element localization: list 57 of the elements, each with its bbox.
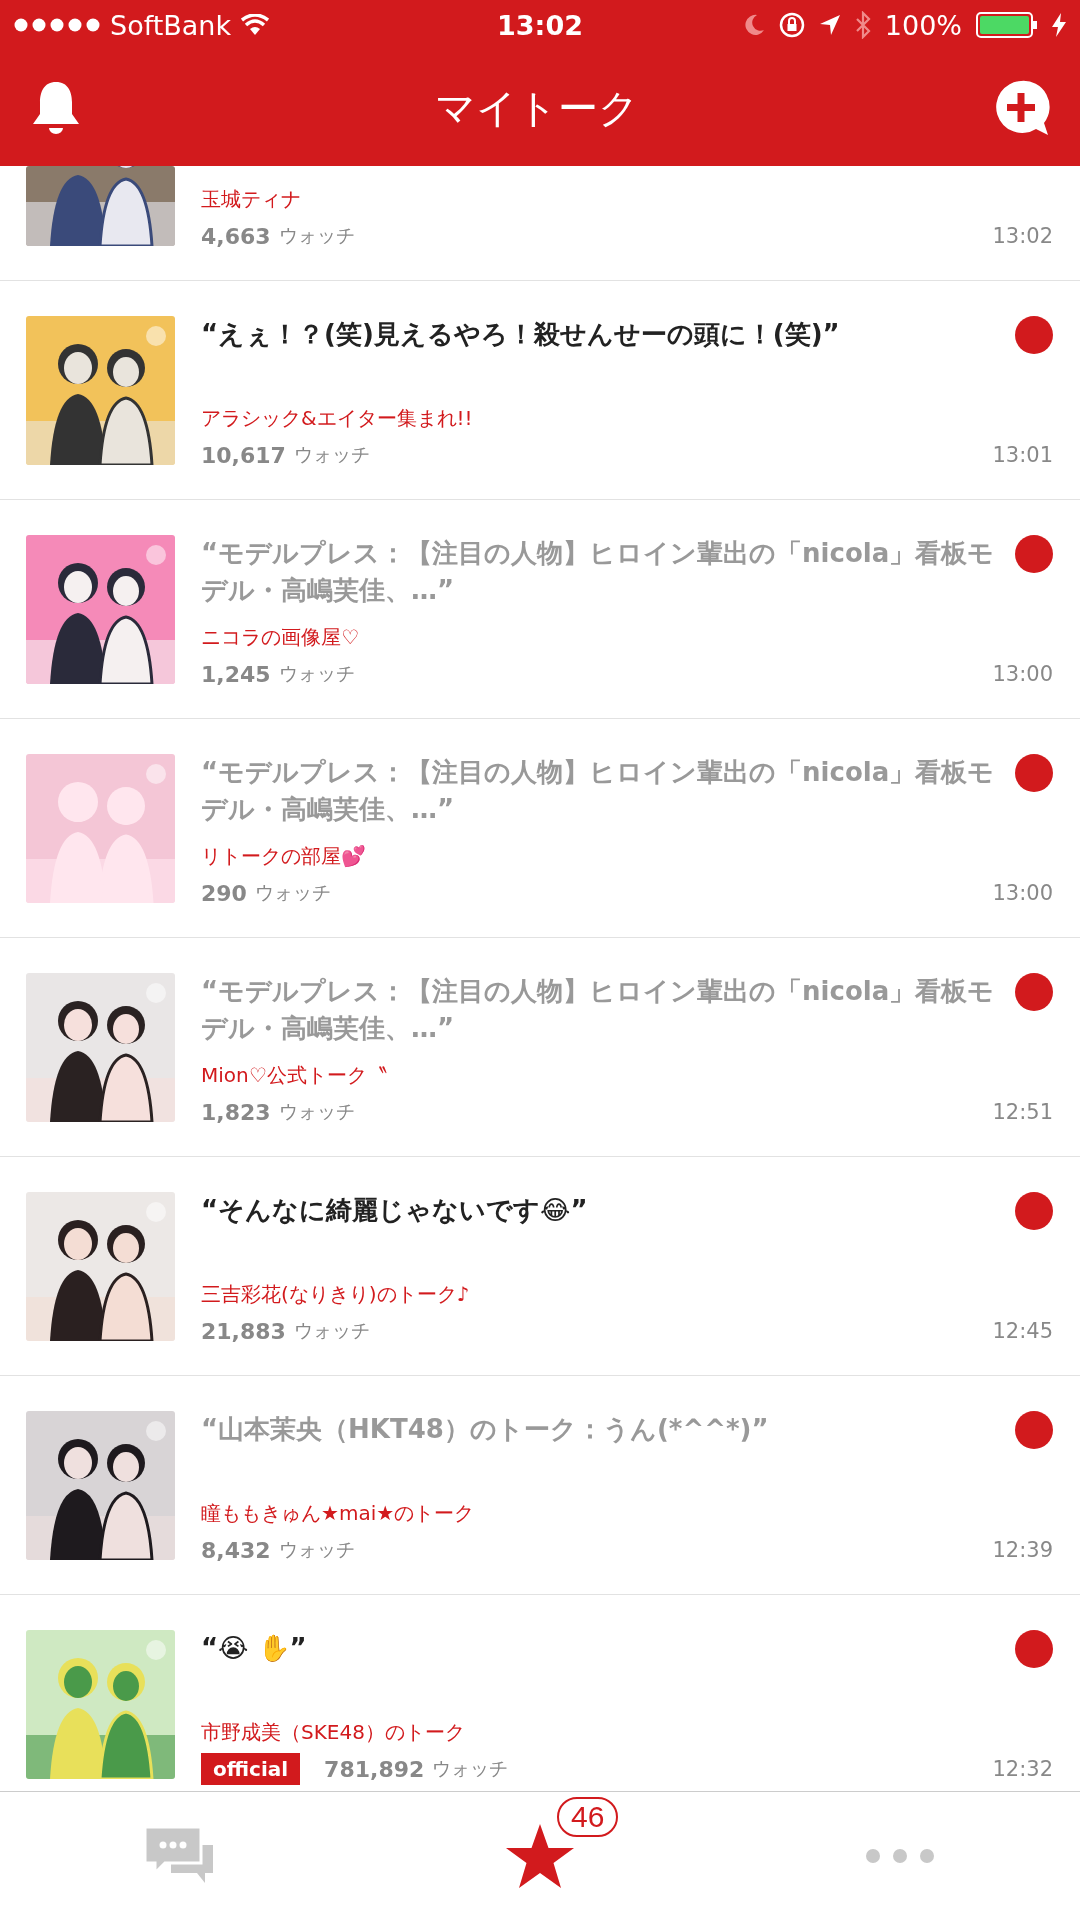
- talk-title[interactable]: “モデルプレス：【注目の人物】ヒロイン輩出の「nicola」看板モデル・高嶋芙佳、…”: [201, 973, 995, 1047]
- talk-source[interactable]: アラシック&エイター集まれ!!: [201, 403, 1053, 433]
- charging-icon: [1052, 13, 1066, 37]
- watch-count: 1,823: [201, 1099, 271, 1125]
- official-badge: official: [201, 1753, 301, 1785]
- carrier-name: SoftBank: [110, 9, 232, 41]
- watch-label: ウォッチ: [278, 1537, 355, 1562]
- talk-source[interactable]: ニコラの画像屋♡: [201, 622, 1053, 652]
- watch-label: ウォッチ: [293, 1318, 370, 1343]
- talk-title[interactable]: “モデルプレス：【注目の人物】ヒロイン輩出の「nicola」看板モデル・高嶋芙佳、…”: [201, 535, 995, 609]
- watch-label: ウォッチ: [278, 223, 355, 248]
- talk-source[interactable]: 瞳ももきゅん★mai★のトーク: [201, 1498, 1053, 1528]
- watch-count: 1,245: [201, 661, 271, 687]
- talk-title[interactable]: “モデルプレス：【注目の人物】ヒロイン輩出の「nicola」看板モデル・高嶋芙佳、…”: [201, 754, 995, 828]
- watch-label: ウォッチ: [278, 1099, 355, 1124]
- notifications-button[interactable]: [30, 80, 82, 136]
- post-time: 13:00: [992, 662, 1053, 686]
- post-time: 13:01: [992, 443, 1053, 467]
- more-icon: [865, 1848, 935, 1864]
- wifi-icon: [241, 14, 270, 36]
- signal-icon: [14, 18, 100, 32]
- talk-title[interactable]: “えぇ！？(笑)見えるやろ！殺せんせーの頭に！(笑)”: [201, 316, 995, 353]
- watch-count: 21,883: [201, 1318, 286, 1344]
- watch-label: ウォッチ: [432, 1756, 509, 1781]
- battery-icon: [976, 12, 1038, 38]
- talk-title[interactable]: “そんなに綺麗じゃないです😂”: [201, 1192, 995, 1229]
- talk-title[interactable]: “山本茉央（HKT48）のトーク：うん(*^^*)”: [201, 1411, 995, 1448]
- post-time: 13:00: [992, 881, 1053, 905]
- count-badge: 46: [557, 1797, 619, 1837]
- talk-source[interactable]: 三吉彩花(なりきり)のトーク♪: [201, 1279, 1053, 1309]
- talk-source[interactable]: リトークの部屋💕: [201, 841, 1053, 871]
- rotation-lock-icon: [778, 12, 805, 38]
- talk-source[interactable]: Mion♡公式トーク〝: [201, 1060, 1053, 1090]
- post-time: 12:45: [992, 1319, 1053, 1343]
- post-time: 13:02: [992, 224, 1053, 248]
- watch-label: ウォッチ: [293, 442, 370, 467]
- talk-title[interactable]: “😭 ✋”: [201, 1630, 995, 1667]
- post-time: 12:39: [992, 1538, 1053, 1562]
- watch-label: ウォッチ: [278, 661, 355, 686]
- bluetooth-icon: [854, 11, 871, 39]
- moon-icon: [744, 14, 765, 36]
- battery-percent: 100%: [884, 9, 962, 41]
- talk-source[interactable]: 市野成美（SKE48）のトーク: [201, 1717, 1053, 1747]
- watch-count: 4,663: [201, 223, 271, 249]
- watch-count: 781,892: [324, 1756, 425, 1782]
- screen-title: マイトーク: [435, 83, 639, 133]
- star-tab[interactable]: 46: [360, 1792, 720, 1920]
- talk-source[interactable]: 玉城ティナ: [201, 184, 1053, 214]
- watch-count: 10,617: [201, 442, 286, 468]
- clock-time: 13:02: [497, 9, 583, 41]
- watch-count: 8,432: [201, 1537, 271, 1563]
- post-time: 12:32: [992, 1757, 1053, 1781]
- post-time: 12:51: [992, 1100, 1053, 1124]
- bell-icon: [30, 80, 82, 136]
- watch-count: 290: [201, 880, 247, 906]
- watch-label: ウォッチ: [254, 880, 331, 905]
- location-arrow-icon: [818, 14, 841, 36]
